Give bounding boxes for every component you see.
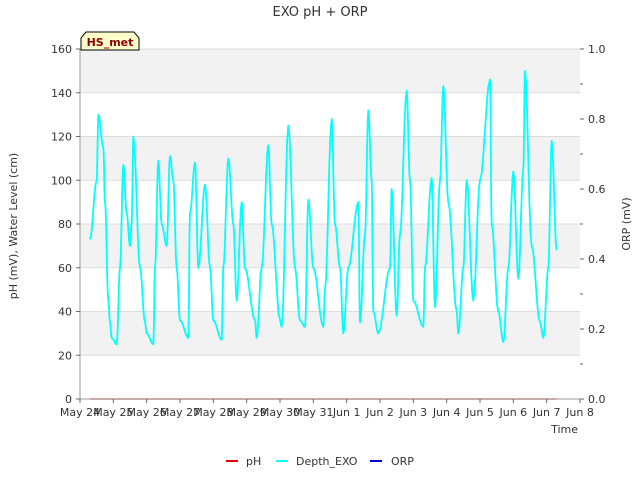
legend-label-ph: pH: [246, 455, 261, 468]
x-tick-label: Jun 3: [398, 406, 427, 419]
y-axis-left-label: pH (mV), Water Level (cm): [7, 153, 20, 299]
legend-label-depth-exo: Depth_EXO: [296, 455, 358, 468]
y-left-tick-label: 100: [51, 174, 72, 187]
y-left-tick-label: 80: [58, 218, 72, 231]
y-right-tick-label: 0.6: [588, 183, 606, 196]
y-left-tick-label: 20: [58, 349, 72, 362]
site-badge-label: HS_met: [87, 36, 134, 49]
y-right-tick-label: 0.2: [588, 323, 606, 336]
x-axis-label: Time: [550, 423, 578, 436]
x-tick-label: Jun 4: [432, 406, 461, 419]
x-tick-label: Jun 6: [498, 406, 527, 419]
x-tick-label: Jun 8: [565, 406, 594, 419]
site-badge: HS_met: [80, 31, 140, 51]
x-tick-label: Jun 5: [465, 406, 494, 419]
chart: 0 20 40 60 80 100 120 140 160 0.0 0.2 0.4 0.6 0.8 1.0 M…: [0, 0, 640, 480]
x-tick-label: Jun 2: [365, 406, 394, 419]
plot-band: [80, 49, 580, 93]
chart-title: EXO pH + ORP: [273, 5, 368, 20]
x-tick-label: May 31: [293, 406, 333, 419]
y-right-tick-label: 0.0: [588, 393, 606, 406]
y-left-tick-label: 140: [51, 87, 72, 100]
x-tick-label: Jun 1: [332, 406, 361, 419]
y-left-tick-label: 40: [58, 306, 72, 319]
y-right-tick-label: 0.4: [588, 253, 606, 266]
y-left-tick-label: 160: [51, 43, 72, 56]
y-left-tick-label: 60: [58, 262, 72, 275]
y-right-tick-label: 0.8: [588, 113, 606, 126]
y-left-tick-label: 120: [51, 131, 72, 144]
y-left-tick-label: 0: [65, 393, 72, 406]
y-axis-right-label: ORP (mV): [620, 197, 633, 250]
plot-band: [80, 180, 580, 224]
y-right-tick-label: 1.0: [588, 43, 606, 56]
legend-label-orp: ORP: [391, 455, 414, 468]
x-tick-label: Jun 7: [532, 406, 561, 419]
plot-band: [80, 355, 580, 399]
